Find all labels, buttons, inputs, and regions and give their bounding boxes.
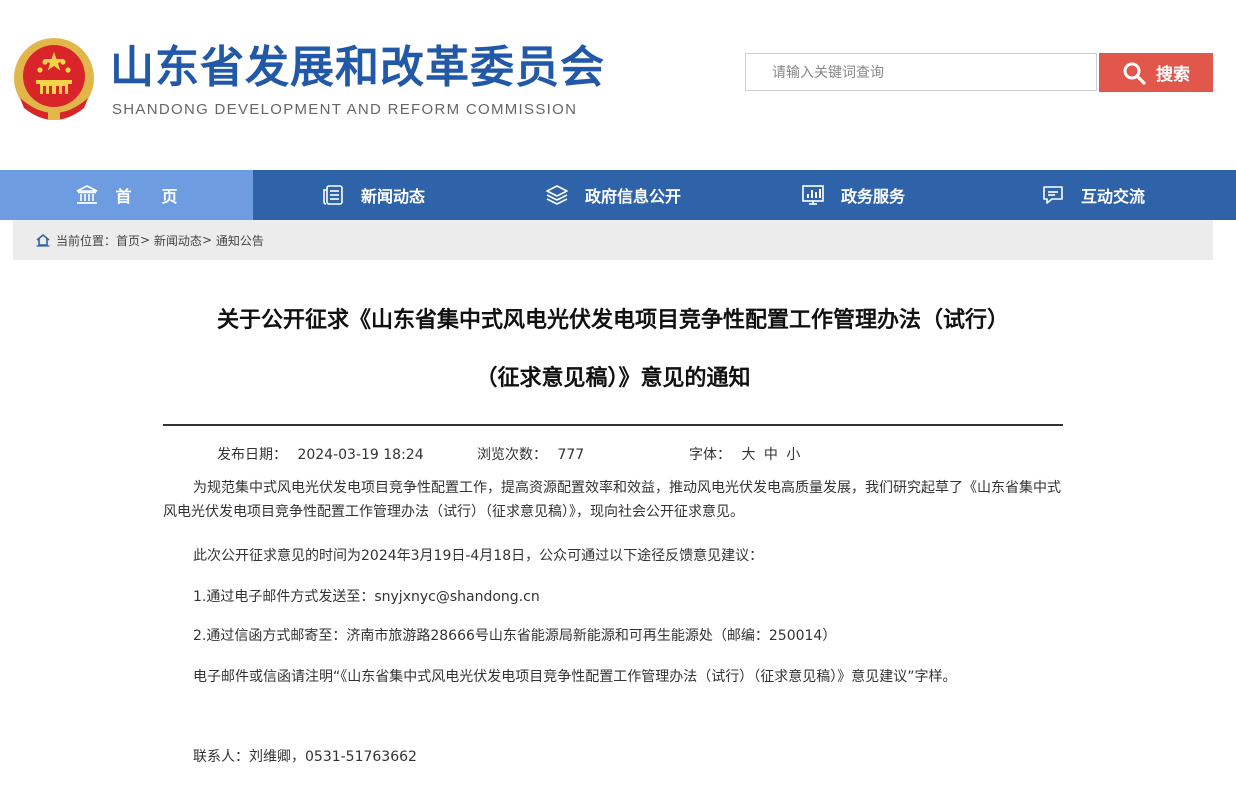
view-count: 浏览次数： 777 — [477, 444, 584, 464]
nav-label-gov-info: 政府信息公开 — [584, 187, 681, 206]
chat-icon — [1043, 186, 1063, 204]
nav-label-news: 新闻动态 — [360, 187, 425, 206]
search-button[interactable]: 搜索 — [1099, 53, 1213, 92]
breadcrumb-separator: > — [201, 233, 212, 247]
breadcrumb-prefix: 当前位置： — [56, 233, 117, 248]
publish-value: 2024-03-19 18:24 — [297, 447, 424, 463]
home-icon — [36, 233, 50, 247]
views-label: 浏览次数： — [477, 447, 547, 463]
paragraph-intro: 为规范集中式风电光伏发电项目竞争性配置工作，提高资源配置效率和效益，推动风电光伏… — [163, 480, 1061, 520]
nav-label-home: 首页 — [115, 187, 208, 206]
site-subtitle: SHANDONG DEVELOPMENT AND REFORM COMMISSI… — [112, 101, 578, 118]
publish-label: 发布日期： — [217, 447, 287, 463]
search-icon — [1123, 62, 1146, 85]
site-title[interactable]: 山东省发展和改革委员会 — [110, 40, 605, 96]
breadcrumb: 当前位置： 首页 > 新闻动态 > 通知公告 — [13, 220, 1213, 260]
breadcrumb-separator: > — [140, 233, 151, 247]
nav-item-interaction[interactable]: 互动交流 — [973, 170, 1213, 220]
font-medium-button[interactable]: 中 — [764, 447, 778, 463]
nav-item-gov-info[interactable]: 政府信息公开 — [493, 170, 733, 220]
publish-date: 发布日期： 2024-03-19 18:24 — [217, 444, 424, 464]
national-emblem-icon[interactable] — [12, 36, 96, 124]
font-label: 字体： — [689, 447, 731, 463]
site-header: 山东省发展和改革委员会 SHANDONG DEVELOPMENT AND REF… — [0, 0, 1236, 170]
nav-item-news[interactable]: 新闻动态 — [253, 170, 493, 220]
paragraph-note: 电子邮件或信函请注明“《山东省集中式风电光伏发电项目竞争性配置工作管理办法（试行… — [193, 669, 957, 685]
article-title-line2: （征求意见稿）》意见的通知 — [475, 366, 751, 391]
nav-label-services: 政务服务 — [840, 187, 905, 206]
article-title: 关于公开征求《山东省集中式风电光伏发电项目竞争性配置工作管理办法（试行） （征求… — [163, 292, 1063, 408]
building-icon — [77, 185, 98, 204]
search-input[interactable] — [770, 54, 1104, 92]
article-title-line1: 关于公开征求《山东省集中式风电光伏发电项目竞争性配置工作管理办法（试行） — [216, 308, 1009, 333]
paragraph-email: 1.通过电子邮件方式发送至：snyjxnyc@shandong.cn — [193, 589, 540, 605]
nav-item-home[interactable]: 首页 — [0, 170, 253, 220]
font-size-control: 字体： 大 中 小 — [689, 444, 802, 464]
news-icon — [323, 185, 343, 205]
chart-icon — [802, 185, 824, 205]
main-nav: 首页 新闻动态 政府信息公开 政务服务 互动交流 — [0, 170, 1236, 220]
paragraph-period: 此次公开征求意见的时间为2024年3月19日-4月18日，公众可通过以下途径反馈… — [193, 548, 764, 564]
breadcrumb-item-notices[interactable]: 通知公告 — [216, 232, 264, 249]
layers-icon — [546, 185, 568, 205]
paragraph-contact: 联系人：刘维卿，0531-51763662 — [193, 749, 417, 765]
search-box — [745, 53, 1104, 92]
font-small-button[interactable]: 小 — [786, 447, 800, 463]
nav-label-interaction: 互动交流 — [1080, 187, 1145, 206]
nav-item-services[interactable]: 政务服务 — [733, 170, 973, 220]
font-large-button[interactable]: 大 — [741, 447, 755, 463]
breadcrumb-item-home[interactable]: 首页 — [116, 232, 140, 249]
paragraph-mail: 2.通过信函方式邮寄至：济南市旅游路28666号山东省能源局新能源和可再生能源处… — [193, 628, 837, 644]
title-divider — [163, 424, 1063, 426]
views-value: 777 — [557, 447, 585, 463]
search-button-label: 搜索 — [1156, 65, 1190, 84]
breadcrumb-item-news[interactable]: 新闻动态 — [154, 232, 202, 249]
